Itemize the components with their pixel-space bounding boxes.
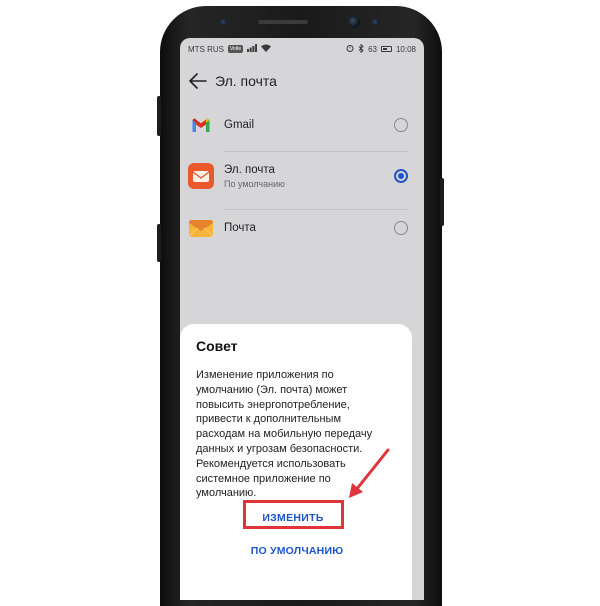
- item-title: Почта: [224, 222, 256, 234]
- dialog-line: повысить энергопотребление,: [196, 398, 350, 411]
- divider: [224, 151, 408, 152]
- dialog-line: привести к дополнительным: [196, 413, 342, 426]
- earpiece-speaker: [258, 20, 308, 24]
- radio-email[interactable]: [394, 169, 408, 183]
- dialog-line: умолчанию.: [196, 487, 257, 500]
- set-default-button[interactable]: ПО УМОЛЧАНИЮ: [200, 542, 394, 560]
- carrier-label: MTS RUS: [188, 44, 224, 54]
- volume-button: [157, 96, 161, 136]
- dialog-line: Изменение приложения по: [196, 369, 334, 381]
- app-list: Gmail Эл. почта По умолчанию Почта: [180, 108, 424, 246]
- dialog-line: Рекомендуется использовать: [196, 457, 346, 470]
- list-item-mail[interactable]: Почта: [180, 210, 424, 246]
- dialog-line: расходам на мобильную передачу: [196, 428, 373, 441]
- tip-dialog: Совет Изменение приложения по умолчанию …: [180, 324, 412, 600]
- dialog-line: системное приложение по: [196, 472, 331, 485]
- radio-gmail[interactable]: [394, 118, 408, 132]
- highlight-box: [243, 500, 344, 529]
- list-item-gmail[interactable]: Gmail: [180, 108, 424, 142]
- list-item-email[interactable]: Эл. почта По умолчанию: [180, 158, 424, 194]
- item-text: Gmail: [224, 119, 254, 131]
- dialog-message: Изменение приложения по умолчанию (Эл. п…: [196, 368, 404, 501]
- dialog-line: умолчанию (Эл. почта) может: [196, 383, 348, 396]
- gmail-icon: [188, 112, 214, 138]
- proximity-sensor-icon: [372, 19, 379, 26]
- page-title: Эл. почта: [215, 73, 277, 89]
- battery-percent: 63: [368, 44, 377, 54]
- signal-icon: [247, 44, 258, 54]
- item-subtitle: По умолчанию: [224, 178, 285, 189]
- battery-fill: [382, 48, 387, 50]
- volte-badge: Volte: [228, 45, 244, 53]
- arrow-left-icon[interactable]: [185, 68, 211, 94]
- bluetooth-icon: [358, 42, 364, 55]
- wifi-icon: [261, 44, 272, 54]
- battery-icon: [380, 46, 392, 52]
- status-bar: MTS RUS Volte 63 10:08: [180, 38, 424, 60]
- dialog-title: Совет: [196, 338, 238, 354]
- alarm-icon: [346, 44, 354, 54]
- item-text: Почта: [224, 222, 256, 234]
- dialog-line: данных и угрозам безопасности.: [196, 442, 363, 455]
- front-camera-icon: [348, 16, 360, 28]
- power-button: [440, 178, 444, 226]
- clock: 10:08: [395, 44, 416, 54]
- bixby-button: [157, 224, 161, 262]
- radio-mail[interactable]: [394, 221, 408, 235]
- item-title: Эл. почта: [224, 163, 275, 176]
- app-bar: Эл. почта: [180, 66, 424, 96]
- item-text: Эл. почта По умолчанию: [224, 164, 285, 189]
- iris-sensor-icon: [220, 19, 227, 26]
- mail-envelope-icon: [188, 215, 214, 241]
- item-title: Gmail: [224, 119, 255, 131]
- huawei-email-icon: [188, 163, 214, 189]
